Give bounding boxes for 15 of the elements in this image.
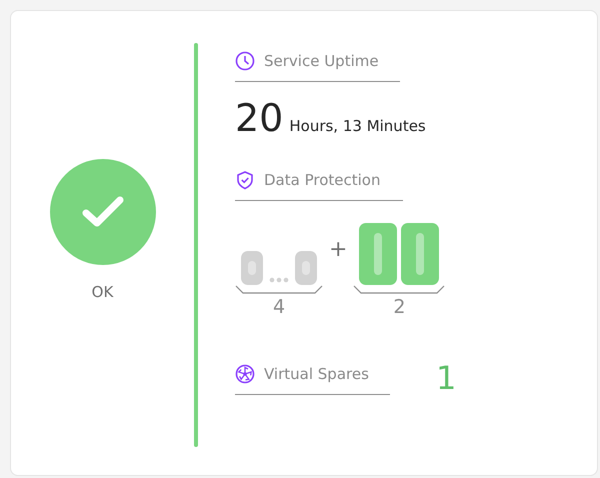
drive-count: 4 <box>272 296 286 318</box>
plus-sign: + <box>329 237 348 262</box>
uptime-value: 20 <box>235 96 284 140</box>
status-label: OK <box>92 283 114 301</box>
section-title: Virtual Spares <box>264 365 369 383</box>
spares-count: 1 <box>436 359 456 397</box>
fan-icon <box>235 364 255 384</box>
shield-check-icon <box>235 170 255 190</box>
uptime-unit: Hours, 13 Minutes <box>289 117 426 135</box>
section-title: Service Uptime <box>264 52 379 70</box>
section-title: Data Protection <box>264 171 380 189</box>
brace-icon <box>353 285 446 294</box>
brace-icon <box>235 285 323 294</box>
drive-count: 2 <box>393 296 406 318</box>
clock-icon <box>235 51 255 71</box>
